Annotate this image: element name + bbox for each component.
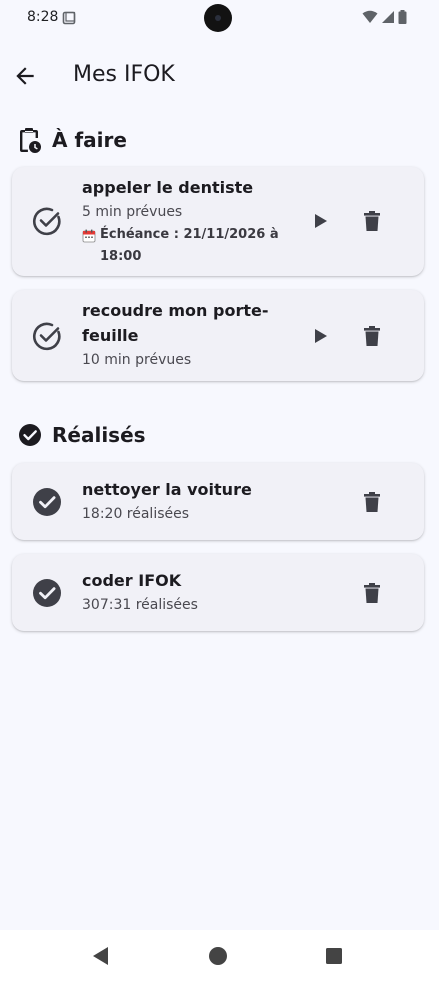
task-status-icon[interactable] (32, 487, 62, 521)
task-status-icon[interactable] (32, 321, 62, 355)
task-card[interactable]: appeler le dentiste 5 min prévues Échéan… (12, 167, 424, 276)
trash-icon (364, 326, 380, 346)
check-circle-icon (19, 424, 41, 446)
check-circle-icon (33, 488, 61, 516)
status-icons (362, 10, 407, 24)
task-title: nettoyer la voiture (82, 480, 252, 499)
calendar-icon (82, 228, 96, 247)
trash-icon (364, 211, 380, 231)
play-icon (315, 214, 327, 228)
notification-icon (62, 10, 76, 29)
start-timer-button[interactable] (307, 322, 335, 350)
check-circle-outline-icon (33, 207, 61, 236)
task-body: appeler le dentiste 5 min prévues Échéan… (82, 175, 292, 268)
task-body: nettoyer la voiture 18:20 réalisées (82, 477, 292, 526)
arrow-back-icon (16, 67, 34, 85)
section-title-todo: À faire (52, 128, 127, 152)
back-button[interactable] (12, 63, 38, 89)
task-status-icon[interactable] (32, 578, 62, 612)
task-estimate: 5 min prévues (82, 204, 183, 220)
app-bar: Mes IFOK (0, 52, 439, 100)
check-circle-icon (33, 579, 61, 607)
task-status-icon[interactable] (32, 206, 62, 240)
page-title: Mes IFOK (73, 62, 175, 87)
nav-recents-button[interactable] (322, 944, 346, 968)
task-title: appeler le dentiste (82, 178, 254, 197)
start-timer-button[interactable] (307, 207, 335, 235)
front-camera (204, 4, 232, 32)
circle-home-icon (209, 947, 227, 965)
task-card[interactable]: coder IFOK 307:31 réalisées (12, 554, 424, 631)
task-card[interactable]: nettoyer la voiture 18:20 réalisées (12, 463, 424, 540)
square-recents-icon (326, 948, 342, 964)
triangle-back-icon (93, 947, 108, 965)
battery-icon (398, 10, 407, 24)
signal-icon (382, 11, 394, 23)
task-estimate: 10 min prévues (82, 352, 192, 368)
task-title: coder IFOK (82, 571, 182, 590)
status-time: 8:28 (27, 9, 59, 25)
task-due-date: Échéance : 21/11/2026 à 18:00 (100, 227, 279, 264)
nav-back-button[interactable] (89, 944, 113, 968)
status-bar: 8:28 (0, 0, 439, 36)
section-title-done: Réalisés (52, 423, 146, 447)
delete-button[interactable] (358, 488, 386, 516)
task-due-row: Échéance : 21/11/2026 à 18:00 (82, 224, 292, 268)
system-nav-bar (0, 930, 439, 981)
delete-button[interactable] (358, 322, 386, 350)
section-header-todo: À faire (18, 126, 127, 154)
wifi-icon (362, 10, 378, 23)
task-time-spent: 307:31 réalisées (82, 597, 198, 613)
play-icon (315, 329, 327, 343)
trash-icon (364, 492, 380, 512)
task-card[interactable]: recoudre mon porte-feuille 10 min prévue… (12, 290, 424, 381)
delete-button[interactable] (358, 579, 386, 607)
check-circle-outline-icon (33, 322, 61, 351)
task-time-spent: 18:20 réalisées (82, 506, 190, 522)
task-body: coder IFOK 307:31 réalisées (82, 568, 292, 617)
clipboard-clock-icon (20, 128, 41, 153)
section-header-done: Réalisés (18, 423, 146, 447)
trash-icon (364, 583, 380, 603)
nav-home-button[interactable] (206, 944, 230, 968)
task-body: recoudre mon porte-feuille 10 min prévue… (82, 298, 282, 372)
delete-button[interactable] (358, 207, 386, 235)
task-title: recoudre mon porte-feuille (82, 301, 269, 345)
